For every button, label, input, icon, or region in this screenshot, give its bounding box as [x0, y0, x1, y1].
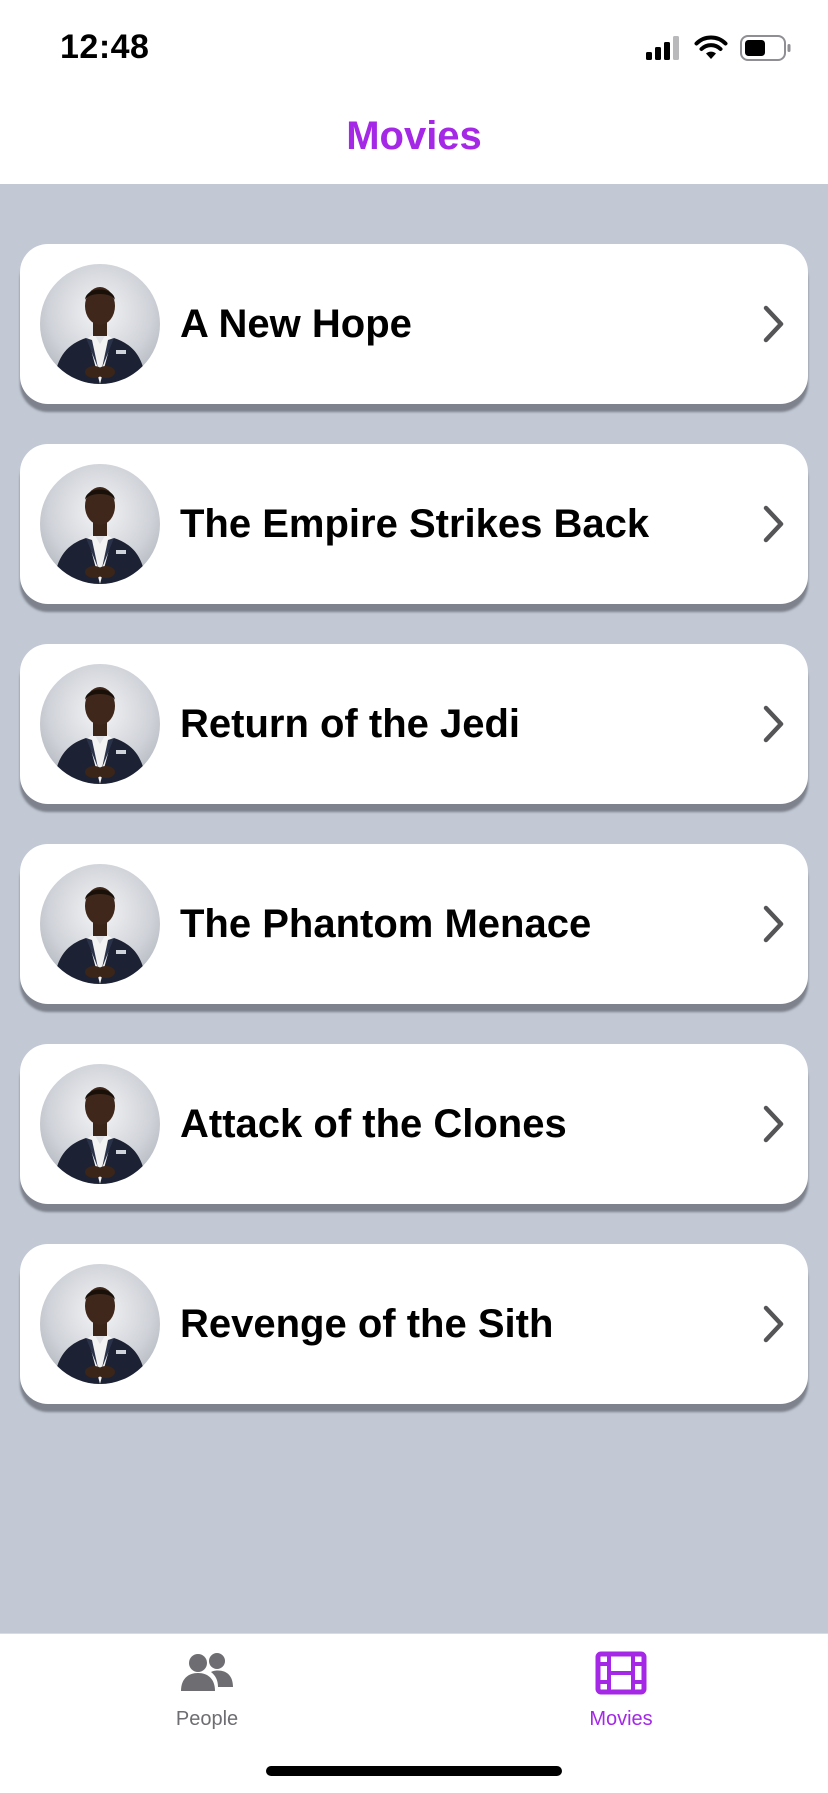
tab-movies-label: Movies	[589, 1708, 653, 1730]
avatar	[40, 1064, 160, 1184]
wifi-icon	[694, 35, 728, 59]
page-title: Movies	[346, 114, 482, 158]
battery-icon	[740, 35, 791, 61]
movie-title: Revenge of the Sith	[180, 1302, 554, 1346]
movie-title: The Phantom Menace	[180, 902, 592, 946]
film-icon	[595, 1651, 647, 1695]
movie-title: The Empire Strikes Back	[180, 502, 650, 546]
tab-people-label: People	[175, 1708, 239, 1730]
avatar	[40, 1264, 160, 1384]
status-time: 12:48	[60, 28, 150, 66]
avatar	[40, 864, 160, 984]
chevron-right-icon	[763, 705, 784, 743]
chevron-right-icon	[763, 305, 784, 343]
navigation-bar: Movies	[0, 96, 828, 184]
status-icons	[646, 34, 792, 62]
cellular-signal-icon	[646, 36, 679, 60]
avatar	[40, 664, 160, 784]
tab-movies[interactable]: Movies	[414, 1634, 828, 1754]
movie-row[interactable]: Attack of the Clones	[20, 1044, 808, 1204]
movie-row[interactable]: The Empire Strikes Back	[20, 444, 808, 604]
status-bar: 12:48	[0, 0, 828, 96]
chevron-right-icon	[763, 905, 784, 943]
home-indicator	[266, 1766, 562, 1776]
movie-row[interactable]: Return of the Jedi	[20, 644, 808, 804]
movie-title: A New Hope	[180, 302, 412, 346]
chevron-right-icon	[763, 1305, 784, 1343]
tab-bar: People Movies	[0, 1633, 828, 1793]
movie-title: Return of the Jedi	[180, 702, 521, 746]
tab-people[interactable]: People	[0, 1634, 414, 1754]
movie-row[interactable]: Revenge of the Sith	[20, 1244, 808, 1404]
chevron-right-icon	[763, 505, 784, 543]
movie-row[interactable]: A New Hope	[20, 244, 808, 404]
people-icon	[181, 1653, 233, 1691]
movie-title: Attack of the Clones	[180, 1102, 567, 1146]
movie-row[interactable]: The Phantom Menace	[20, 844, 808, 1004]
avatar	[40, 464, 160, 584]
avatar	[40, 264, 160, 384]
chevron-right-icon	[763, 1105, 784, 1143]
